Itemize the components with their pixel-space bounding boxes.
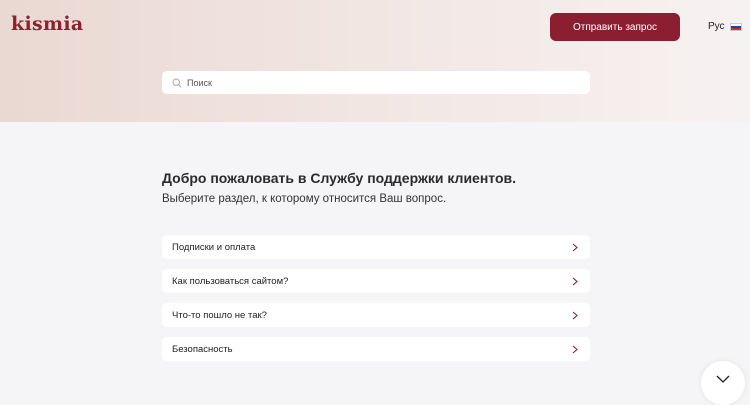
category-item-how-to-use[interactable]: Как пользоваться сайтом?	[162, 269, 590, 293]
chat-toggle-button[interactable]	[701, 361, 745, 405]
logo[interactable]: kismia	[11, 13, 84, 35]
category-label: Что-то пошло не так?	[172, 309, 267, 321]
category-label: Безопасность	[172, 343, 233, 355]
chevron-right-icon	[572, 345, 578, 353]
send-request-button[interactable]: Отправить запрос	[550, 13, 680, 41]
category-item-something-wrong[interactable]: Что-то пошло не так?	[162, 303, 590, 327]
category-list: Подписки и оплата Как пользоваться сайто…	[162, 235, 590, 371]
chevron-right-icon	[572, 311, 578, 319]
search-input[interactable]	[187, 77, 567, 88]
category-item-security[interactable]: Безопасность	[162, 337, 590, 361]
chevron-right-icon	[572, 243, 578, 251]
russia-flag-icon	[729, 22, 742, 31]
page-title: Добро пожаловать в Службу поддержки клие…	[162, 170, 517, 186]
language-selector[interactable]: Рус	[708, 21, 742, 32]
page-subtitle: Выберите раздел, к которому относится Ва…	[162, 193, 447, 205]
chevron-right-icon	[572, 277, 578, 285]
language-label: Рус	[708, 21, 725, 32]
category-item-subscriptions[interactable]: Подписки и оплата	[162, 235, 590, 259]
search-bar[interactable]	[162, 71, 590, 94]
category-label: Как пользоваться сайтом?	[172, 275, 289, 287]
chevron-down-icon	[716, 375, 730, 383]
search-icon	[172, 77, 182, 88]
hero-banner: kismia Отправить запрос Рус	[0, 0, 750, 122]
category-label: Подписки и оплата	[172, 241, 256, 253]
